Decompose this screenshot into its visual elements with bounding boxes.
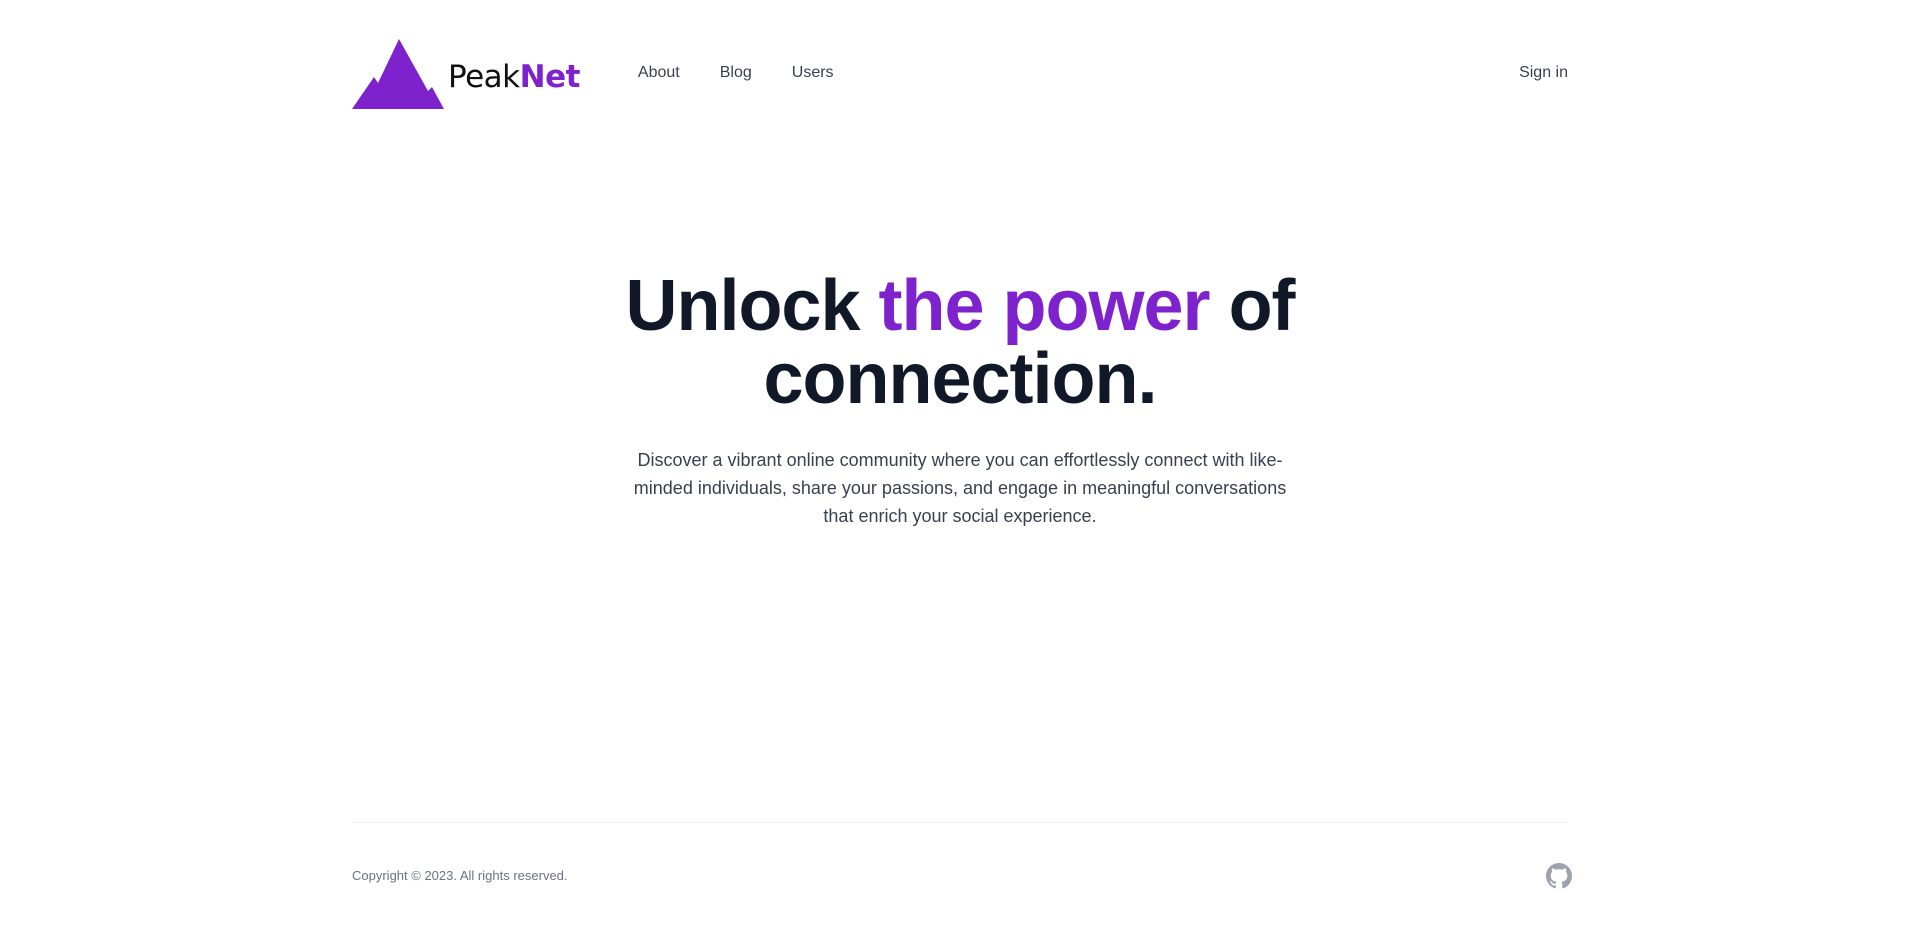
mountain-icon — [352, 39, 444, 109]
site-header: PeakNet About Blog Users Sign in — [352, 38, 1568, 112]
nav-link-blog[interactable]: Blog — [720, 64, 752, 82]
page: PeakNet About Blog Users Sign in Unlock … — [0, 0, 1919, 928]
sign-in-link[interactable]: Sign in — [1519, 64, 1568, 82]
nav-link-users[interactable]: Users — [792, 64, 834, 82]
copyright-text: Copyright © 2023. All rights reserved. — [352, 868, 568, 883]
hero-title-accent: the power — [878, 266, 1211, 346]
brand-name: PeakNet — [448, 59, 580, 95]
hero-title-part1: Unlock — [625, 266, 879, 346]
hero-title: Unlock the power of connection. — [580, 270, 1340, 416]
hero-description: Discover a vibrant online community wher… — [633, 450, 1287, 526]
hero-section: Unlock the power of connection. Discover… — [352, 270, 1568, 530]
github-icon — [1546, 863, 1572, 889]
main-nav: About Blog Users — [638, 64, 834, 82]
brand-logo-link[interactable]: PeakNet — [352, 38, 580, 112]
github-link[interactable] — [1546, 863, 1572, 889]
site-footer: Copyright © 2023. All rights reserved. — [352, 822, 1572, 903]
nav-link-about[interactable]: About — [638, 64, 680, 82]
